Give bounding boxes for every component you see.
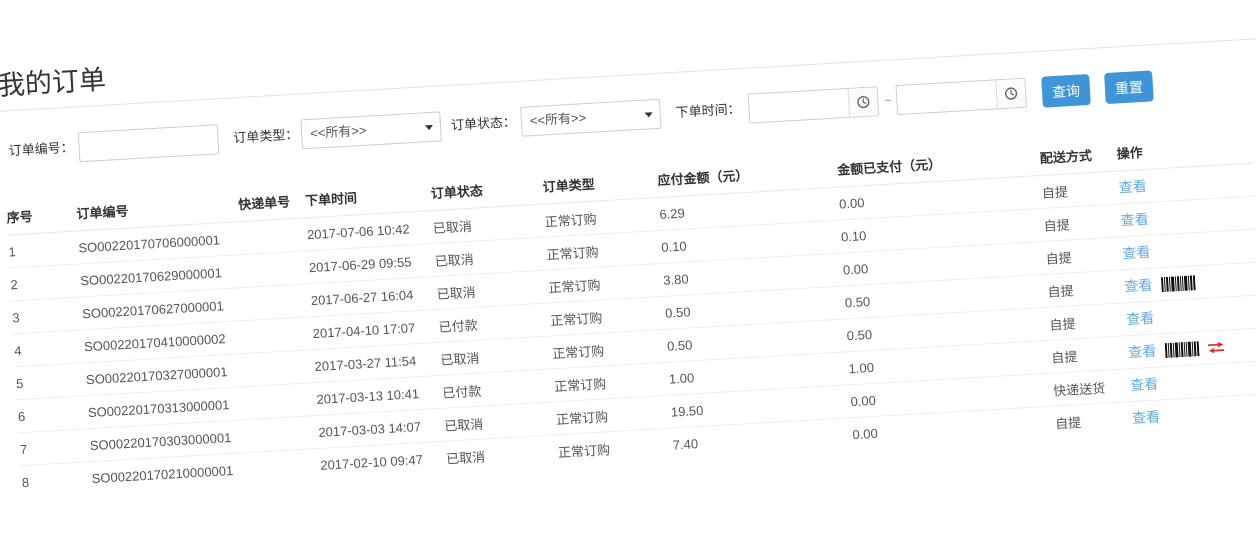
index-cell: 7	[18, 429, 90, 466]
index-cell: 1	[7, 231, 79, 268]
delivery-cell: 自提	[1040, 171, 1119, 208]
order-type-cell: 正常订购	[556, 428, 673, 467]
tracking-no-cell	[248, 383, 317, 420]
view-link[interactable]: 查看	[1128, 341, 1157, 363]
header-tracking-no: 快递单号	[236, 181, 305, 221]
date-to-picker-button[interactable]	[995, 79, 1026, 109]
index-cell: 2	[8, 264, 80, 301]
delivery-cell: 自提	[1044, 237, 1123, 274]
chevron-down-icon	[645, 112, 653, 117]
order-status-cell: 已取消	[444, 435, 558, 474]
search-button[interactable]: 查询	[1041, 74, 1091, 108]
view-link[interactable]: 查看	[1120, 209, 1149, 231]
order-time-label: 下单时间：	[675, 94, 742, 128]
header-index: 序号	[4, 195, 76, 235]
tracking-no-cell	[246, 350, 315, 387]
barcode-icon[interactable]	[1165, 341, 1200, 358]
date-from-picker-button[interactable]	[848, 87, 879, 117]
tracking-no-cell	[250, 416, 319, 453]
delivery-cell: 自提	[1042, 204, 1121, 241]
tracking-no-cell	[242, 284, 311, 321]
clock-icon	[1004, 86, 1019, 101]
delivery-cell: 自提	[1047, 303, 1126, 340]
order-time-cell: 2017-02-10 09:47	[318, 441, 446, 481]
view-link[interactable]: 查看	[1122, 242, 1151, 264]
chevron-down-icon	[425, 125, 433, 130]
order-status-label: 订单状态：	[450, 107, 517, 141]
orders-table: 序号 订单编号 快递单号 下单时间 订单状态 订单类型 应付金额（元） 金额已支…	[4, 127, 1256, 498]
date-to-input[interactable]	[895, 78, 1027, 115]
order-type-label: 订单类型：	[233, 120, 300, 154]
delivery-cell: 自提	[1049, 336, 1128, 373]
barcode-icon[interactable]	[1161, 275, 1196, 292]
order-status-select[interactable]: <<所有>>	[520, 99, 661, 137]
order-status-value: <<所有>>	[529, 110, 586, 128]
view-link[interactable]: 查看	[1124, 275, 1153, 297]
view-link[interactable]: 查看	[1131, 407, 1160, 429]
view-link[interactable]: 查看	[1118, 176, 1147, 198]
order-type-value: <<所有>>	[310, 123, 367, 141]
index-cell: 8	[20, 462, 92, 498]
page: 我的订单 订单编号： 订单类型： <<所有>> 订单状态： <<所有>> 下单时…	[0, 0, 1256, 540]
index-cell: 4	[12, 330, 84, 367]
delivery-cell: 自提	[1046, 270, 1125, 307]
header-delivery: 配送方式	[1038, 135, 1117, 176]
reset-button[interactable]: 重置	[1104, 70, 1154, 104]
date-from-input[interactable]	[748, 86, 880, 123]
index-cell: 3	[10, 297, 82, 334]
page-title: 我的订单	[0, 58, 107, 103]
tracking-no-cell	[240, 251, 309, 288]
tracking-no-cell	[244, 317, 313, 354]
order-no-input[interactable]	[78, 124, 219, 162]
exchange-arrows-icon[interactable]	[1208, 341, 1225, 353]
delivery-cell: 快递送货	[1051, 369, 1130, 406]
delivery-cell: 自提	[1053, 402, 1132, 439]
view-link[interactable]: 查看	[1130, 374, 1159, 396]
tracking-no-cell	[251, 448, 320, 484]
order-no-label: 订单编号：	[8, 133, 75, 167]
tracking-no-cell	[238, 218, 307, 255]
view-link[interactable]: 查看	[1126, 308, 1155, 330]
index-cell: 6	[16, 396, 88, 433]
index-cell: 5	[14, 363, 86, 400]
date-range-separator: ~	[880, 85, 896, 116]
actions-cell: 查看	[1130, 394, 1256, 434]
clock-icon	[856, 95, 871, 110]
order-type-select[interactable]: <<所有>>	[300, 111, 441, 149]
